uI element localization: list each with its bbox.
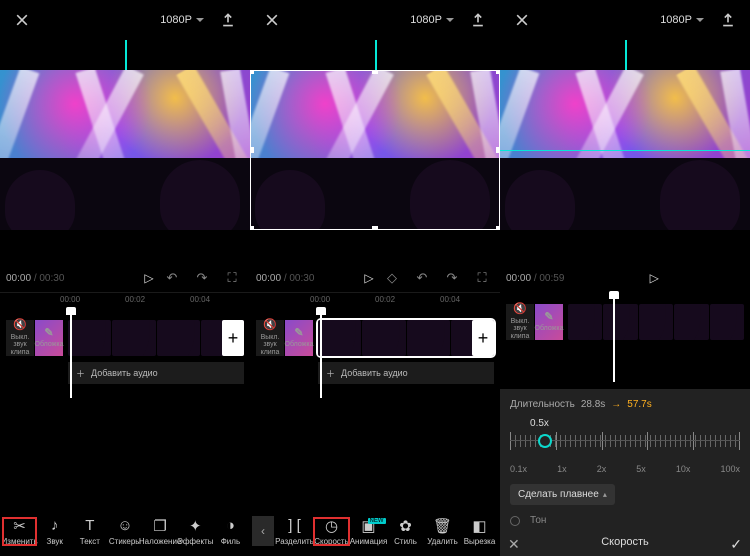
screen-speed-panel: 1080P 00:00 / 00:59 ▷ 🔇Выкл. звук клипа (500, 0, 750, 556)
screen-edit-root: 1080P 00:00 / 00:30 ▷ ↶ ↷ ⛶ 00:00 00:02 … (0, 0, 250, 556)
keyframe-icon[interactable]: ◇ (380, 266, 404, 290)
fullscreen-icon[interactable]: ⛶ (470, 266, 494, 290)
undo-icon[interactable]: ↶ (410, 266, 434, 290)
resolution-chip[interactable]: 1080P (406, 12, 458, 28)
overlay-button[interactable]: ❐Наложение (143, 517, 178, 546)
selection-handles[interactable] (250, 70, 500, 230)
back-button[interactable]: ‹ (252, 516, 274, 546)
panel-title: Скорость (510, 536, 740, 548)
bottom-toolbar: ‹ ] [Разделить ◷Скорость NEW ▣Анимация ✿… (250, 506, 500, 556)
style-button[interactable]: ✿Стиль (387, 517, 424, 546)
add-audio-row[interactable]: ＋Добавить аудио (68, 362, 244, 384)
timecode: 00:00 / 00:30 (6, 273, 64, 284)
confirm-icon[interactable]: ✓ (730, 536, 742, 553)
close-icon[interactable] (260, 8, 284, 32)
screen-clip-tools: 1080P 00:00 / 00:30 ▷ ◇ ↶ ↷ ⛶ 00:0 (250, 0, 500, 556)
redo-icon[interactable]: ↷ (440, 266, 464, 290)
add-clip-button[interactable]: + (222, 320, 244, 356)
timecode: 00:00 / 00:59 (506, 273, 564, 284)
slider-knob[interactable] (538, 434, 552, 448)
mute-clip-audio[interactable]: 🔇Выкл. звук клипа (6, 320, 34, 356)
text-button[interactable]: TТекст (72, 517, 107, 546)
cover-frame[interactable]: ✎Обложка (35, 320, 63, 356)
cancel-icon[interactable]: ✕ (508, 536, 520, 553)
undo-icon[interactable]: ↶ (160, 266, 184, 290)
fullscreen-icon[interactable]: ⛶ (220, 266, 244, 290)
video-preview[interactable] (500, 70, 750, 230)
timeline-track[interactable]: 🔇Выкл. звук клипа ✎Обложка + ＋Добавить а… (250, 308, 500, 398)
smoother-button[interactable]: Сделать плавнее (510, 484, 615, 505)
export-icon[interactable] (216, 8, 240, 32)
add-clip-button[interactable]: + (472, 320, 494, 356)
duration-label: Длительность (510, 399, 575, 410)
timeline-track[interactable]: 🔇Выкл. звук клипа ✎Обложка + ＋Добавить а… (0, 308, 250, 398)
slider-stop-labels: 0.1x 1x 2x 5x 10x 100x (510, 464, 740, 474)
cutout-button[interactable]: ◧Вырезка (461, 517, 498, 546)
close-icon[interactable] (10, 8, 34, 32)
cover-frame[interactable]: ✎Обложка (285, 320, 313, 356)
speed-panel: Длительность 28.8s → 57.7s 0.5x 0.1x 1x … (500, 389, 750, 556)
video-preview[interactable] (250, 70, 500, 230)
timeline-track[interactable]: 🔇Выкл. звук клипа ✎Обложка (500, 292, 750, 346)
speed-button[interactable]: ◷Скорость (313, 517, 350, 546)
timeline-ruler[interactable]: 00:00 00:02 00:04 (250, 292, 500, 308)
add-audio-row[interactable]: ＋Добавить аудио (318, 362, 494, 384)
effects-button[interactable]: ✦Эффекты (178, 517, 213, 546)
delete-button[interactable]: 🗑Удалить (424, 517, 461, 546)
redo-icon[interactable]: ↷ (190, 266, 214, 290)
guide-line (500, 150, 750, 151)
resolution-chip[interactable]: 1080P (656, 12, 708, 28)
edit-button[interactable]: ✂Изменить (2, 517, 37, 546)
play-icon[interactable]: ▷ (643, 271, 665, 285)
resolution-chip[interactable]: 1080P (156, 12, 208, 28)
split-button[interactable]: ] [Разделить (276, 517, 313, 546)
audio-button[interactable]: ♪Звук (37, 517, 72, 546)
animation-button[interactable]: NEW ▣Анимация (350, 517, 387, 546)
mute-clip-audio[interactable]: 🔇Выкл. звук клипа (256, 320, 284, 356)
export-icon[interactable] (466, 8, 490, 32)
filters-button[interactable]: ◑Филь (213, 517, 248, 546)
mute-clip-audio[interactable]: 🔇Выкл. звук клипа (506, 304, 534, 340)
video-preview[interactable] (0, 70, 250, 230)
tone-radio[interactable] (510, 516, 520, 526)
close-icon[interactable] (510, 8, 534, 32)
speed-slider[interactable]: 0.5x (510, 418, 740, 458)
bottom-toolbar: ✂Изменить ♪Звук TТекст ☺Стикеры ❐Наложен… (0, 506, 250, 556)
play-icon[interactable]: ▷ (138, 271, 160, 285)
stickers-button[interactable]: ☺Стикеры (107, 517, 142, 546)
export-icon[interactable] (716, 8, 740, 32)
cover-frame[interactable]: ✎Обложка (535, 304, 563, 340)
timecode: 00:00 / 00:30 (256, 273, 314, 284)
timeline-ruler[interactable]: 00:00 00:02 00:04 (0, 292, 250, 308)
play-icon[interactable]: ▷ (358, 271, 380, 285)
